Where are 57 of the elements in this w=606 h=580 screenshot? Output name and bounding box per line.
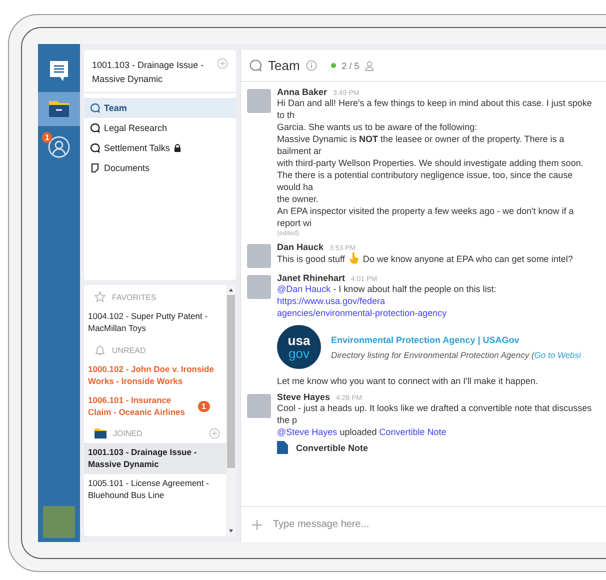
folder-icon	[94, 428, 107, 439]
author-name: Steve Hayes	[277, 392, 330, 402]
section-heading: FAVORITES	[112, 292, 158, 302]
author-name: Dan Hauck	[277, 242, 324, 252]
info-icon[interactable]	[306, 60, 317, 71]
chat-bubble-icon	[249, 59, 262, 72]
section-heading: JOINED	[113, 429, 144, 438]
file-icon	[277, 441, 288, 454]
avatar-placeholder	[247, 244, 271, 268]
message-text: the owner.	[277, 193, 320, 205]
add-icon[interactable]	[209, 428, 220, 439]
url-link[interactable]: agencies/environmental-protection-agency	[277, 308, 447, 318]
avatar-placeholder	[247, 275, 271, 299]
rail-button[interactable]	[38, 92, 80, 126]
message-text: @Steve Hayes uploaded Convertible Note	[277, 426, 448, 438]
message-input[interactable]: Type message here...	[273, 517, 606, 532]
star-icon	[94, 291, 106, 303]
mention-link[interactable]: @Steve Hayes	[277, 427, 338, 437]
chat-document-icon	[49, 60, 69, 82]
avatar-placeholder	[247, 394, 271, 418]
contacts-icon	[48, 136, 70, 158]
online-status-dot	[330, 63, 336, 68]
matter-item[interactable]: 1001.103 - Drainage Issue - Massive Dynamic	[84, 443, 226, 474]
message-text: Hi Dan and all! Here's a few things to keep in mind about this case. I just spoke to th	[277, 97, 593, 121]
avatar-placeholder	[43, 506, 75, 538]
pointing-hand-icon	[348, 252, 359, 264]
matter-item[interactable]: 1005.101 - License Agreement - Bluehound Bus Line	[84, 474, 226, 505]
add-icon[interactable]	[251, 518, 263, 530]
bell-icon	[94, 344, 106, 356]
document-icon	[90, 163, 100, 173]
message-text: This is good stuff Do we know anyone at EPA who can get some intel?	[277, 252, 574, 265]
message-text: Garcia. She wants us to be aware of the following:	[277, 121, 478, 133]
preview-description: Directory listing for Environmental Protection Agency (Go to Websi	[331, 350, 581, 360]
url-link[interactable]: https://www.usa.gov/federa	[277, 296, 386, 306]
add-icon[interactable]	[217, 58, 228, 69]
channel-item[interactable]: Team	[84, 98, 236, 118]
matter-item[interactable]: 1004.102 - Super Putty Patent - MacMillan Toys	[84, 307, 226, 338]
url-link[interactable]: Convertible Note	[379, 427, 446, 437]
online-count: 2 / 5	[342, 60, 360, 70]
message-text: An EPA inspector visited the property a few weeks ago - we don't know if a report wi	[277, 205, 575, 229]
unread-badge: 1	[198, 400, 210, 412]
folder-icon	[48, 100, 70, 118]
message-text: Let me know who you want to connect with an I'll make it happen.	[277, 375, 539, 387]
notification-badge: 1	[42, 132, 52, 143]
avatar-placeholder	[247, 89, 271, 113]
person-icon	[365, 60, 374, 70]
author-name: Janet Rhinehart	[277, 273, 346, 283]
file-name[interactable]: Convertible Note	[296, 442, 368, 452]
scrollbar[interactable]	[226, 285, 236, 536]
message-text: with third-party Wellson Properties. We should investigate adding them soon.	[277, 157, 584, 169]
mention-link[interactable]: @Dan Hauck	[277, 284, 331, 294]
lock-icon	[174, 144, 181, 152]
usa-gov-logo: usa gov	[277, 325, 321, 369]
matter-title: 1001.103 - Drainage Issue - Massive Dynamic	[92, 59, 205, 86]
section-heading: UNREAD	[112, 346, 147, 354]
channel-title: Team	[268, 58, 300, 73]
author-name: Anna Baker	[277, 87, 328, 97]
